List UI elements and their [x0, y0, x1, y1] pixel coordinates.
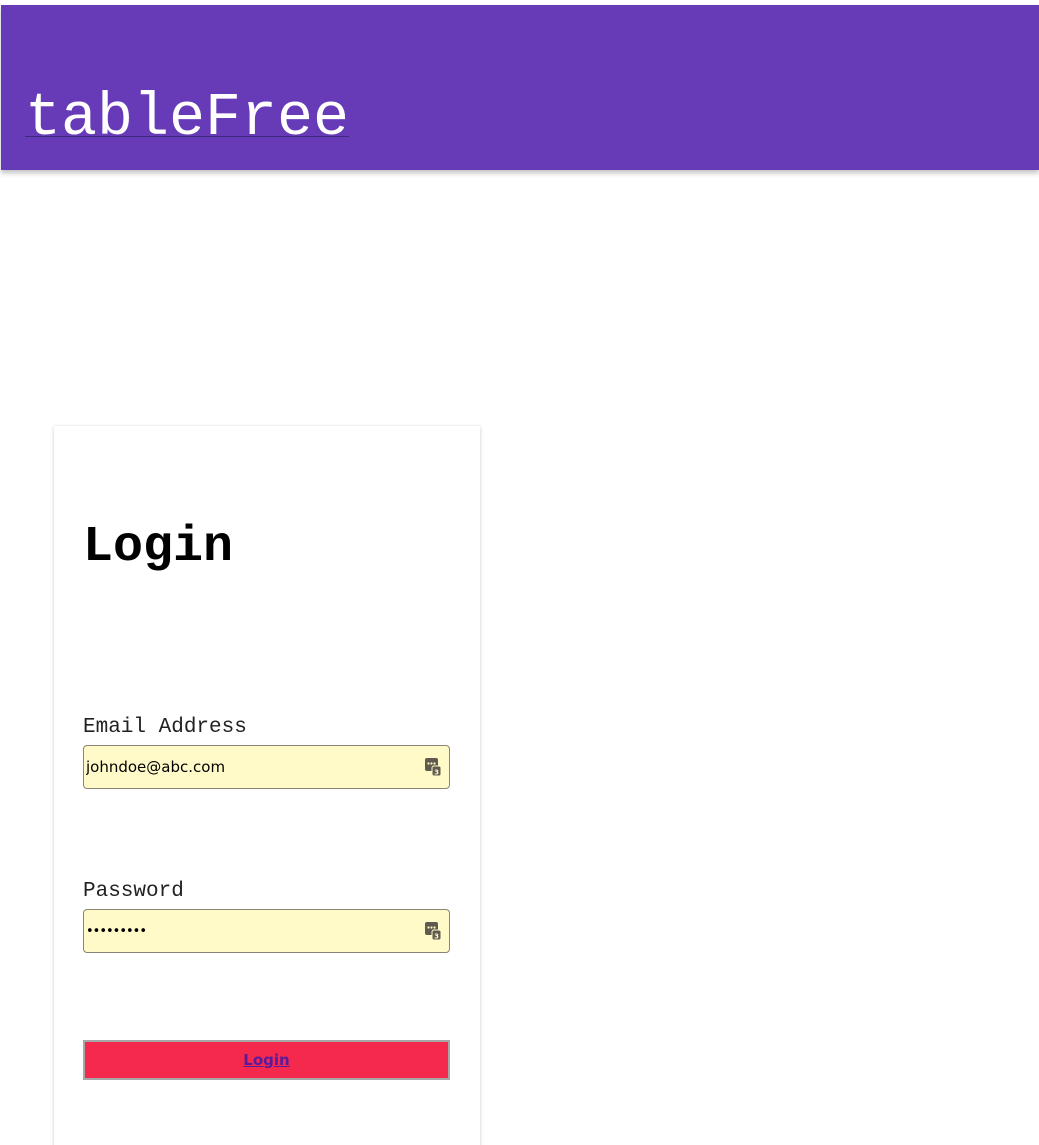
- password-field[interactable]: [84, 910, 416, 952]
- login-card: Login Email Address 3 Password 3 Login: [54, 426, 480, 1145]
- login-button[interactable]: Login: [83, 1040, 450, 1080]
- password-manager-icon[interactable]: 3: [425, 922, 441, 940]
- email-label: Email Address: [83, 716, 247, 739]
- password-label: Password: [83, 880, 184, 903]
- email-field[interactable]: [84, 746, 416, 788]
- svg-text:3: 3: [434, 932, 439, 940]
- svg-text:3: 3: [434, 768, 439, 776]
- email-field-container: 3: [83, 745, 450, 789]
- password-field-container: 3: [83, 909, 450, 953]
- top-header: tableFree: [1, 5, 1039, 170]
- login-title: Login: [83, 519, 234, 576]
- brand-link[interactable]: tableFree: [25, 89, 349, 149]
- password-manager-icon[interactable]: 3: [425, 758, 441, 776]
